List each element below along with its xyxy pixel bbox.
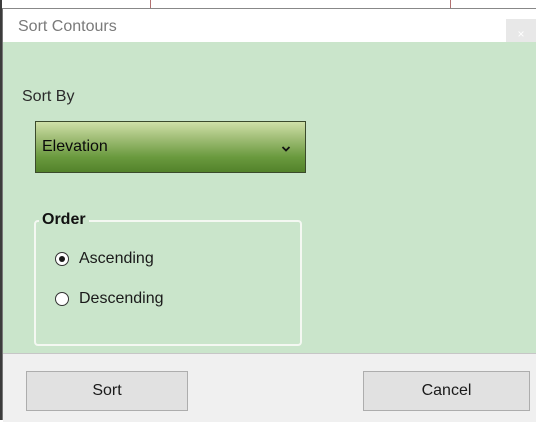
radio-descending-indicator[interactable] [55,292,69,306]
chevron-down-icon [281,146,291,152]
radio-ascending[interactable]: Ascending [55,248,154,270]
dialog-title: Sort Contours [18,18,117,35]
sort-by-label: Sort By [22,88,75,105]
title-bar: Sort Contours [3,9,536,42]
order-group-title: Order [39,211,89,229]
sort-by-selected-value: Elevation [42,138,108,155]
cancel-button[interactable]: Cancel [363,371,530,411]
sort-button[interactable]: Sort [26,371,188,411]
radio-ascending-indicator[interactable] [55,252,69,266]
radio-descending-label: Descending [79,290,164,307]
radio-descending[interactable]: Descending [55,288,164,310]
order-group [34,220,302,346]
sort-by-dropdown[interactable]: Elevation [35,121,306,173]
close-icon: × [517,27,525,41]
dialog-body: Sort Contours × Sort By Elevation Order … [3,9,536,422]
radio-ascending-label: Ascending [79,250,154,267]
